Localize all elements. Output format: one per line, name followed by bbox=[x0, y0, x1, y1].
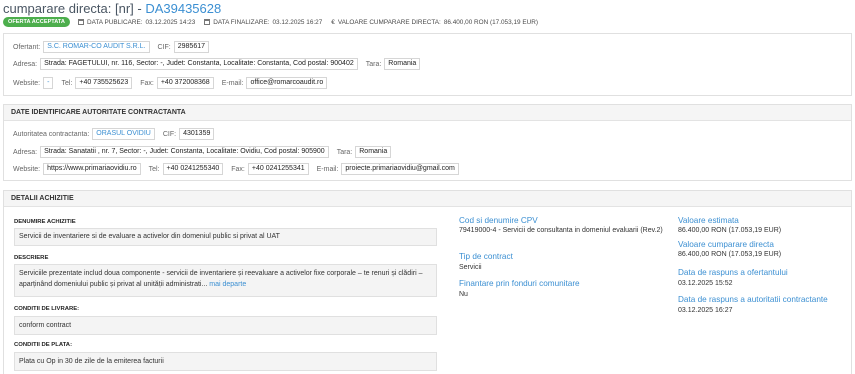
calendar-icon bbox=[77, 19, 84, 25]
supplier-website[interactable]: - bbox=[43, 77, 54, 89]
supplier-name-link[interactable]: S.C. ROMAR-CO AUDIT S.R.L. bbox=[43, 41, 150, 53]
authority-email: proiecte.primariaovidiu@gmail.com bbox=[341, 163, 459, 175]
cpv-label: Cod si denumire CPV bbox=[459, 216, 538, 225]
authority-row-2: Adresa: Strada: Sanatatii , nr. 7, Secto… bbox=[13, 146, 399, 158]
plata-label: CONDITII DE PLATA: bbox=[14, 342, 73, 348]
supplier-email: office@romarcoaudit.ro bbox=[246, 77, 328, 89]
descriere-box: Serviciile prezentate includ doua compon… bbox=[14, 264, 437, 297]
read-more-link[interactable]: mai departe bbox=[209, 281, 246, 288]
livrare-value: conform contract bbox=[14, 316, 437, 335]
contract-type-value: Servicii bbox=[459, 264, 482, 271]
authority-heading: DATE IDENTIFICARE AUTORITATE CONTRACTANT… bbox=[4, 105, 851, 121]
authority-address: Strada: Sanatatii , nr. 7, Sector: -, Ju… bbox=[40, 146, 329, 158]
authority-row-3: Website: https://www.primariaovidiu.ro T… bbox=[13, 163, 467, 175]
supplier-phone: +40 735525623 bbox=[75, 77, 133, 89]
authority-phone: +40 0241255340 bbox=[162, 163, 224, 175]
supplier-cif: 2985617 bbox=[173, 41, 210, 53]
authority-response-date: 03.12.2025 16:27 bbox=[678, 307, 733, 314]
authority-panel: DATE IDENTIFICARE AUTORITATE CONTRACTANT… bbox=[3, 104, 852, 181]
calendar-icon bbox=[204, 19, 211, 25]
authority-fax: +40 0241255341 bbox=[247, 163, 309, 175]
supplier-row-3: Website: - Tel: +40 735525623 Fax: +40 3… bbox=[13, 77, 335, 89]
final-date: DATA FINALIZARE: 03.12.2025 16:27 bbox=[204, 19, 322, 26]
supplier-response-date: 03.12.2025 15:52 bbox=[678, 280, 733, 287]
supplier-response-label: Data de raspuns a ofertantului bbox=[678, 268, 788, 277]
supplier-row-2: Adresa: Strada: FAGETULUI, nr. 116, Sect… bbox=[13, 58, 428, 70]
procurement-code: DA39435628 bbox=[145, 1, 222, 16]
page-title: cumparare directa: [nr] - DA39435628 bbox=[3, 1, 221, 16]
authority-website[interactable]: https://www.primariaovidiu.ro bbox=[43, 163, 141, 175]
authority-country: Romania bbox=[355, 146, 392, 158]
plata-value: Plata cu Op in 30 de zile de la emiterea… bbox=[14, 352, 437, 371]
supplier-panel: Ofertant: S.C. ROMAR-CO AUDIT S.R.L. CIF… bbox=[3, 33, 852, 96]
header-meta-row: OFERTA ACCEPTATA DATA PUBLICARE: 03.12.2… bbox=[3, 17, 547, 27]
contract-type-label: Tip de contract bbox=[459, 252, 513, 261]
supplier-row-1: Ofertant: S.C. ROMAR-CO AUDIT S.R.L. CIF… bbox=[13, 41, 217, 53]
livrare-label: CONDITII DE LIVRARE: bbox=[14, 306, 80, 312]
eu-funding-label: Finantare prin fonduri comunitare bbox=[459, 279, 580, 288]
title-prefix: cumparare directa: [nr] - bbox=[3, 1, 146, 16]
eu-funding-value: Nu bbox=[459, 291, 468, 298]
supplier-country: Romania bbox=[384, 58, 421, 70]
euro-icon: € bbox=[331, 18, 335, 26]
descriere-label: DESCRIERE bbox=[14, 255, 49, 261]
estimated-value: 86.400,00 RON (17.053,19 EUR) bbox=[678, 227, 782, 234]
page-header: cumparare directa: [nr] - DA39435628 OFE… bbox=[0, 0, 855, 30]
authority-row-1: Autoritatea contractanta: ORASUL OVIDIU … bbox=[13, 128, 222, 140]
authority-cif: 4301359 bbox=[179, 128, 215, 140]
publish-date: DATA PUBLICARE: 03.12.2025 14:23 bbox=[77, 19, 195, 26]
supplier-address: Strada: FAGETULUI, nr. 116, Sector: -, J… bbox=[40, 58, 358, 70]
purchase-value: 86.400,00 RON (17.053,19 EUR) bbox=[678, 251, 782, 258]
denumire-value: Servicii de inventariere si de evaluare … bbox=[14, 228, 437, 246]
estimated-value-label: Valoare estimata bbox=[678, 216, 739, 225]
supplier-fax: +40 372008368 bbox=[156, 77, 214, 89]
status-badge: OFERTA ACCEPTATA bbox=[3, 17, 70, 27]
details-panel: DETALII ACHIZITIE DENUMIRE ACHIZITIE Ser… bbox=[3, 190, 852, 374]
denumire-label: DENUMIRE ACHIZITIE bbox=[14, 219, 76, 225]
details-heading: DETALII ACHIZITIE bbox=[4, 191, 851, 207]
cpv-value: 79419000-4 - Servicii de consultanta in … bbox=[459, 227, 663, 234]
authority-response-label: Data de raspuns a autoritatii contractan… bbox=[678, 295, 828, 304]
authority-name-link[interactable]: ORASUL OVIDIU bbox=[92, 128, 155, 140]
direct-purchase-value: € VALOARE CUMPARARE DIRECTA: 86.400,00 R… bbox=[331, 18, 538, 26]
purchase-value-label: Valoare cumparare directa bbox=[678, 240, 774, 249]
